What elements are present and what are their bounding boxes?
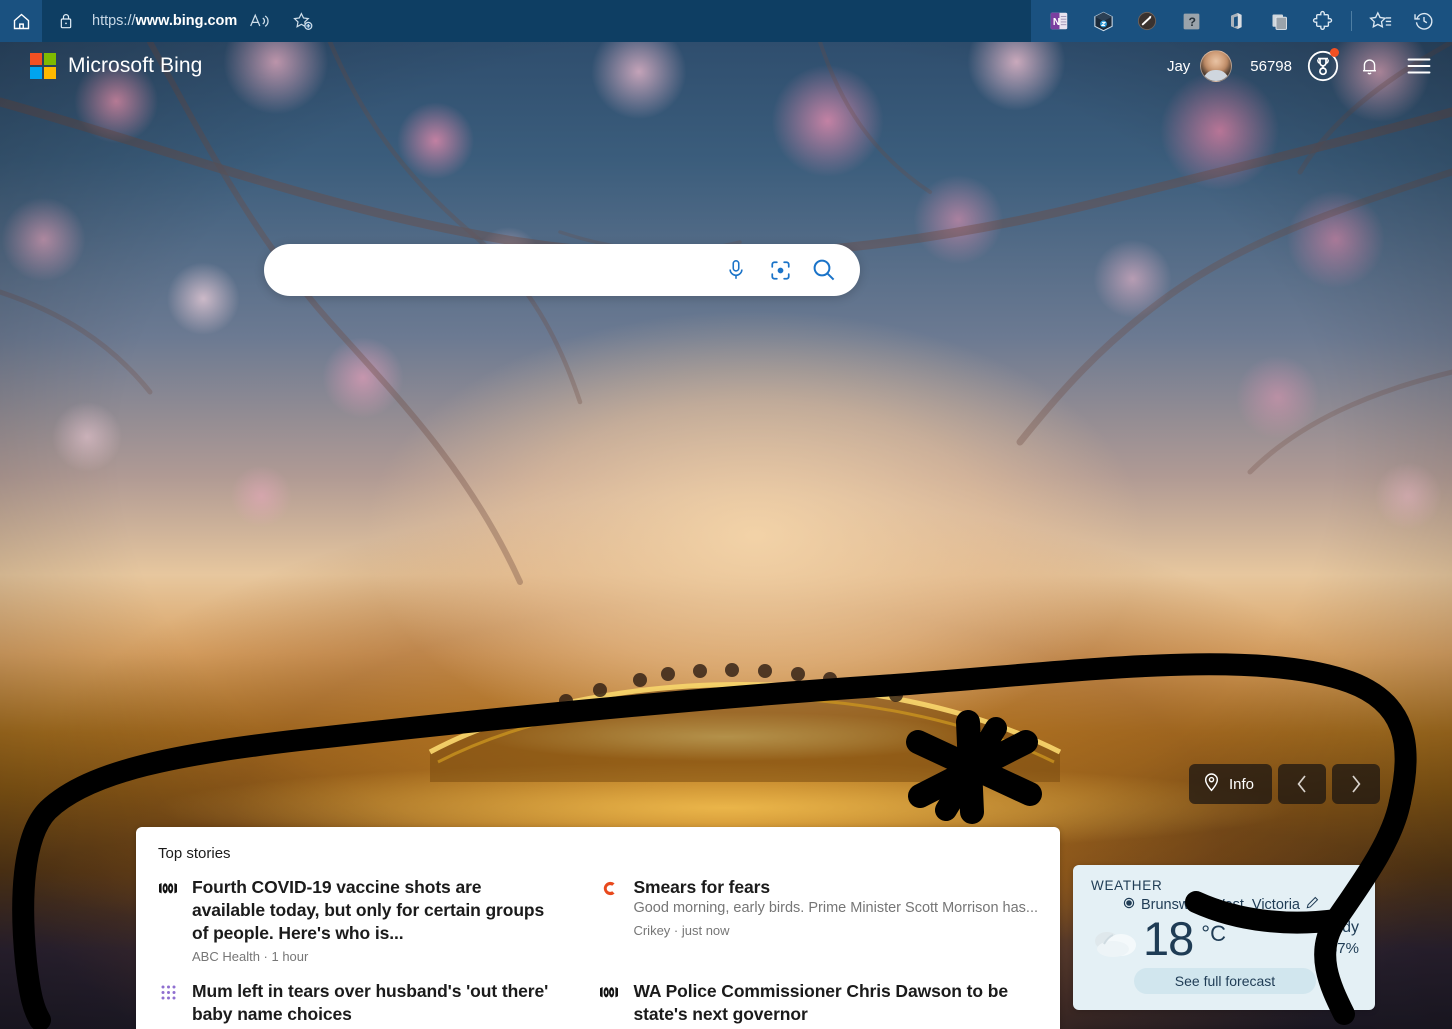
dark-circle-extension-icon[interactable] (1125, 0, 1169, 42)
toolbar-divider (1351, 11, 1352, 31)
story-source: ABC Health · 1 hour (192, 949, 309, 965)
chevron-right-icon (1352, 775, 1361, 793)
copy-extension-icon[interactable] (1257, 0, 1301, 42)
weather-card[interactable]: WEATHER Brunswick West, Victoria 18 °C C… (1073, 865, 1375, 1010)
svg-text:?: ? (1188, 14, 1195, 28)
list-item[interactable]: Smears for fears Good morning, early bir… (599, 876, 1038, 964)
rewards-medal-icon[interactable] (1306, 48, 1340, 83)
url-scheme: https:// (92, 13, 136, 29)
home-icon (13, 13, 29, 29)
office-extension-icon[interactable] (1213, 0, 1257, 42)
weather-unit: °C (1201, 921, 1226, 946)
abc-logo-icon (599, 980, 619, 1002)
abc-logo-icon (158, 876, 178, 898)
add-favorite-icon[interactable] (281, 0, 325, 42)
header-right-cluster: Jay 56798 (1167, 47, 1438, 85)
user-name[interactable]: Jay (1167, 58, 1190, 75)
address-bar-actions (237, 0, 332, 42)
top-stories-card: Top stories Fourth COVID-19 vaccine shot… (136, 827, 1060, 1029)
microphone-icon[interactable] (714, 248, 758, 292)
story-headline: Smears for fears (633, 877, 770, 897)
favorites-icon[interactable] (1358, 0, 1402, 42)
weather-location: Brunswick West, Victoria (1140, 897, 1300, 913)
weather-temperature-row: 18 °C (1143, 915, 1226, 962)
chevron-left-icon (1297, 775, 1306, 793)
lock-icon (58, 12, 74, 30)
search-input[interactable] (264, 244, 714, 296)
list-item[interactable]: WA Police Commissioner Chris Dawson to b… (599, 980, 1038, 1029)
top-stories-title: Top stories (158, 845, 231, 862)
home-button[interactable] (0, 0, 42, 42)
cube-extension-icon[interactable] (1081, 0, 1125, 42)
onenote-extension-icon[interactable]: N (1037, 0, 1081, 42)
rewards-notification-dot (1330, 48, 1339, 57)
visual-search-camera-icon[interactable] (758, 248, 802, 292)
bing-header: Microsoft Bing Jay 56798 (0, 42, 1452, 90)
story-headline: WA Police Commissioner Chris Dawson to b… (633, 981, 1008, 1025)
avatar[interactable] (1200, 50, 1233, 82)
history-icon[interactable] (1402, 0, 1446, 42)
crikey-logo-icon (599, 876, 619, 898)
story-body: Smears for fears Good morning, early bir… (633, 876, 1038, 938)
question-extension-icon[interactable]: ? (1169, 0, 1213, 42)
address-bar[interactable]: https://www.bing.com (42, 0, 1031, 42)
weather-location-row: Brunswick West, Victoria (1091, 896, 1359, 914)
story-body: Fourth COVID-19 vaccine shots are availa… (192, 876, 551, 964)
svg-text:N: N (1053, 17, 1060, 28)
next-image-button[interactable] (1332, 764, 1380, 804)
weather-condition: Cloudy (1309, 919, 1359, 936)
url-host: www.bing.com (135, 13, 238, 29)
search-area (264, 244, 860, 296)
rewards-points[interactable]: 56798 (1250, 58, 1292, 75)
read-aloud-icon[interactable] (237, 0, 281, 42)
story-body: Mum left in tears over husband's 'out th… (192, 980, 551, 1029)
top-stories-grid: Fourth COVID-19 vaccine shots are availa… (158, 876, 1038, 1029)
edit-pencil-icon[interactable] (1306, 896, 1319, 914)
ninehoney-logo-icon (158, 980, 178, 1002)
search-box[interactable] (264, 244, 860, 296)
water-drop-icon (1314, 939, 1324, 957)
hamburger-menu-icon[interactable] (1400, 47, 1438, 85)
weather-humidity-row: 37% (1309, 939, 1359, 957)
story-body: WA Police Commissioner Chris Dawson to b… (633, 980, 1038, 1029)
weather-label: WEATHER (1091, 878, 1163, 893)
location-pin-icon (1203, 772, 1220, 796)
notifications-bell-icon[interactable] (1350, 47, 1388, 85)
story-headline: Mum left in tears over husband's 'out th… (192, 981, 549, 1025)
weather-condition-block: Cloudy 37% (1309, 915, 1359, 957)
previous-image-button[interactable] (1278, 764, 1326, 804)
image-info-label: Info (1228, 775, 1254, 793)
weather-temperature: 18 (1143, 912, 1194, 965)
story-snippet: Good morning, early birds. Prime Ministe… (633, 900, 1038, 917)
list-item[interactable]: Fourth COVID-19 vaccine shots are availa… (158, 876, 551, 964)
see-full-forecast-button[interactable]: See full forecast (1134, 968, 1316, 994)
story-source: Crikey · just now (633, 922, 730, 938)
bing-brand-name: Microsoft Bing (68, 54, 203, 77)
cloudy-icon (1091, 925, 1141, 966)
url-text: https://www.bing.com (92, 13, 237, 29)
weather-main-row: 18 °C Cloudy 37% (1091, 915, 1359, 966)
browser-toolbar: https://www.bing.com N ? (0, 0, 1452, 42)
background-image-controls: Info (1188, 764, 1380, 804)
story-headline: Fourth COVID-19 vaccine shots are availa… (192, 877, 545, 944)
image-info-button[interactable]: Info (1188, 764, 1272, 804)
list-item[interactable]: Mum left in tears over husband's 'out th… (158, 980, 551, 1029)
search-magnifier-icon[interactable] (802, 248, 846, 292)
extension-icons: N ? (1031, 0, 1452, 42)
location-target-icon (1123, 896, 1135, 914)
puzzle-extensions-icon[interactable] (1301, 0, 1345, 42)
bing-logo[interactable]: Microsoft Bing (30, 53, 202, 79)
bing-homepage: Microsoft Bing Jay 56798 Info Top storie… (0, 42, 1452, 1029)
weather-humidity: 37% (1328, 939, 1359, 957)
microsoft-logo-icon (30, 53, 56, 79)
